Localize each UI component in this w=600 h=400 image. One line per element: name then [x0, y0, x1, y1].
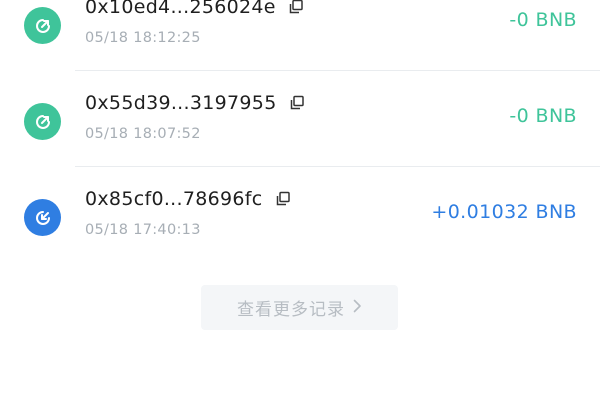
- transaction-list: 0x10ed4...256024e 05/18 18:12:25 -0 BNB …: [0, 0, 600, 263]
- transaction-row[interactable]: 0x55d39...3197955 05/18 18:07:52 -0 BNB: [0, 71, 600, 167]
- transaction-row[interactable]: 0x85cf0...78696fc 05/18 17:40:13 +0.0103…: [0, 167, 600, 263]
- copy-icon[interactable]: [275, 190, 291, 206]
- transaction-time: 05/18 17:40:13: [85, 222, 201, 238]
- send-arrow-icon: [24, 7, 61, 44]
- copy-icon[interactable]: [289, 94, 305, 110]
- send-arrow-icon: [24, 103, 61, 140]
- view-more-records-label: 查看更多记录: [237, 300, 345, 320]
- send-arrow-glyph: [35, 114, 50, 129]
- send-arrow-glyph: [35, 18, 50, 33]
- transaction-time: 05/18 18:12:25: [85, 30, 201, 46]
- transaction-time: 05/18 18:07:52: [85, 126, 201, 142]
- transaction-hash-text: 0x10ed4...256024e: [85, 0, 276, 18]
- transaction-hash: 0x55d39...3197955: [85, 92, 305, 114]
- receive-arrow-glyph: [35, 210, 50, 225]
- transaction-hash: 0x85cf0...78696fc: [85, 188, 291, 210]
- copy-icon[interactable]: [288, 0, 304, 14]
- transaction-amount: +0.01032 BNB: [431, 201, 577, 223]
- transaction-hash-text: 0x55d39...3197955: [85, 92, 277, 114]
- receive-arrow-icon: [24, 199, 61, 236]
- transaction-amount: -0 BNB: [509, 105, 577, 127]
- transaction-amount: -0 BNB: [509, 9, 577, 31]
- transaction-row[interactable]: 0x10ed4...256024e 05/18 18:12:25 -0 BNB: [0, 0, 600, 71]
- chevron-right-icon: [353, 298, 362, 318]
- transaction-hash-text: 0x85cf0...78696fc: [85, 188, 263, 210]
- transaction-history-screen: 0x10ed4...256024e 05/18 18:12:25 -0 BNB …: [0, 0, 600, 400]
- transaction-hash: 0x10ed4...256024e: [85, 0, 304, 18]
- view-more-records-button[interactable]: 查看更多记录: [201, 285, 398, 330]
